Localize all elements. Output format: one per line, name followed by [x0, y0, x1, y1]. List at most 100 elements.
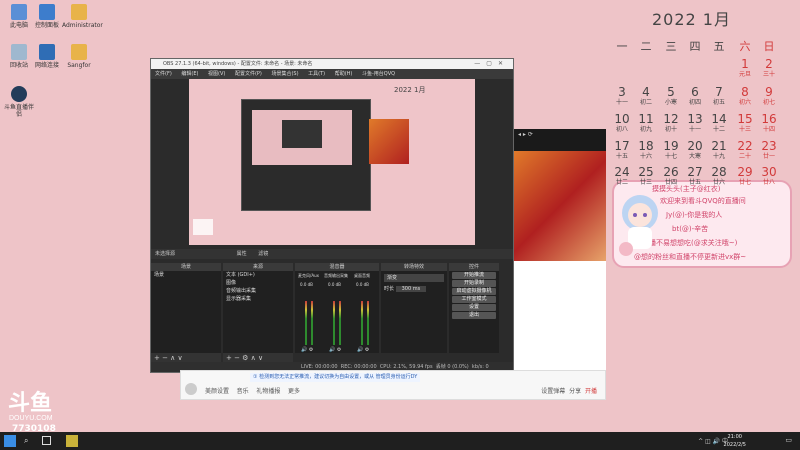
calendar-day[interactable]: 18 十六 — [634, 140, 658, 161]
desktop-icon[interactable]: 控制面板 — [30, 4, 64, 29]
obs-titlebar[interactable]: OBS 27.1.3 (64-bit, windows) - 配置文件: 未命名… — [151, 59, 513, 69]
start-recording-button[interactable]: 开始录制 — [452, 280, 496, 287]
douyu-app-icon — [11, 86, 27, 102]
obs-taskbar-icon[interactable] — [66, 435, 78, 447]
search-icon[interactable]: ⌕ — [24, 436, 28, 446]
danmaku-settings-button[interactable]: 设置弹幕 — [541, 388, 565, 395]
source-item[interactable]: 文本 (GDI+) — [223, 271, 293, 279]
calendar-lunar-label: 廿一 — [762, 153, 775, 160]
menu-item[interactable]: 文件(F) — [155, 71, 172, 77]
mute-icon[interactable]: 🔊 ⚙ — [301, 347, 313, 353]
settings-button[interactable]: 设置 — [452, 304, 496, 311]
desktop-icon[interactable]: 网络连接 — [30, 44, 64, 69]
desktop-icon[interactable]: 斗鱼直播伴侣 — [2, 86, 36, 118]
calendar-day[interactable]: 26 廿四 — [659, 165, 683, 187]
scenes-list[interactable]: 场景 — [151, 271, 221, 353]
studio-mode-button[interactable]: 工作室模式 — [452, 296, 496, 303]
douyu-logo: 斗鱼 DOUYU.COM — [8, 390, 53, 422]
calendar-lunar-label: 初五 — [712, 99, 725, 106]
exit-button[interactable]: 退出 — [452, 312, 496, 319]
avatar[interactable] — [185, 383, 197, 395]
scene-item[interactable]: 场景 — [151, 271, 221, 279]
beauty-button[interactable]: 美颜设置 — [205, 388, 229, 395]
calendar-lunar-label: 廿四 — [664, 179, 677, 186]
volume-slider[interactable] — [311, 301, 313, 345]
chat-line: Jy(@)-你是我的人 — [666, 211, 723, 219]
volume-meter — [361, 301, 363, 345]
go-live-button[interactable]: 开播 — [585, 388, 597, 395]
calendar-day[interactable]: 8 初六 — [733, 86, 757, 107]
calendar-day[interactable]: 11 初九 — [634, 113, 658, 134]
calendar-day[interactable]: 3 十一 — [610, 86, 634, 107]
more-button[interactable]: 更多 — [288, 388, 300, 395]
calendar-day[interactable]: 28 廿六 — [707, 166, 731, 187]
side-panel[interactable]: ◂ ▸ ⟳ — [514, 129, 606, 399]
calendar-day[interactable]: 12 初十 — [659, 113, 683, 134]
calendar-day[interactable]: 5 小寒 — [659, 86, 683, 107]
volume-slider[interactable] — [339, 301, 341, 345]
mute-icon[interactable]: 🔊 ⚙ — [329, 347, 341, 353]
calendar-day-number: 26 — [663, 165, 679, 179]
filters-button[interactable]: 滤镜 — [258, 251, 268, 257]
transitions-panel[interactable]: 渐变 时长 300 ms — [381, 271, 447, 353]
virtual-camera-button[interactable]: 启动虚拟摄像机 — [452, 288, 496, 295]
calendar-lunar-label: 大寒 — [688, 153, 701, 160]
calendar-day[interactable]: 24 廿二 — [610, 166, 634, 187]
menu-item[interactable]: 工具(T) — [308, 71, 325, 77]
calendar-day[interactable]: 22 二十 — [733, 140, 757, 161]
transition-select[interactable]: 渐变 — [384, 274, 444, 282]
music-button[interactable]: 音乐 — [237, 388, 249, 395]
calendar-day[interactable]: 7 初五 — [707, 86, 731, 107]
sources-list[interactable]: 文本 (GDI+) 图像 音频输出采集 显示器采集 — [223, 271, 293, 353]
calendar-day[interactable]: 27 廿五 — [683, 166, 707, 187]
calendar-day[interactable]: 29 廿七 — [733, 166, 757, 187]
duration-input[interactable]: 300 ms — [395, 286, 427, 292]
obs-preview[interactable]: 2022 1月 — [189, 79, 475, 245]
panel-toolbar[interactable]: ◂ ▸ ⟳ — [514, 129, 606, 141]
desktop-icon[interactable]: Sangfor — [62, 44, 96, 69]
calendar-day[interactable]: 6 初四 — [683, 86, 707, 107]
calendar-day[interactable]: 25 廿三 — [634, 166, 658, 187]
clock[interactable]: 21:00 2022/2/5 — [724, 433, 746, 449]
calendar-day[interactable]: 17 十五 — [610, 140, 634, 161]
calendar-day[interactable]: 14 十二 — [707, 113, 731, 134]
menu-item[interactable]: 视图(V) — [208, 71, 225, 77]
calendar-day[interactable]: 15 十三 — [733, 113, 757, 134]
windows-start-icon[interactable] — [4, 435, 16, 447]
warning-notice[interactable]: ① 检测到您无法正常推流，建议切换为自由设置，或从 管理员身份运行DY — [250, 373, 421, 382]
source-item[interactable]: 显示器采集 — [223, 295, 293, 303]
window-controls[interactable]: —▢✕ — [474, 59, 509, 69]
menu-item[interactable]: 斗鱼-用台QVQ — [362, 71, 395, 77]
calendar-day[interactable]: 9 初七 — [757, 86, 781, 107]
menu-item[interactable]: 帮助(H) — [335, 71, 353, 77]
calendar-day[interactable]: 21 十九 — [707, 140, 731, 161]
gift-button[interactable]: 礼物播报 — [256, 388, 280, 395]
calendar-day[interactable]: 1 元旦 — [733, 58, 757, 79]
calendar-day[interactable]: 4 初二 — [634, 86, 658, 107]
mute-icon[interactable]: 🔊 ⚙ — [357, 347, 369, 353]
menu-item[interactable]: 编辑(E) — [181, 71, 198, 77]
calendar-day[interactable]: 10 初八 — [610, 113, 634, 134]
obs-window[interactable]: OBS 27.1.3 (64-bit, windows) - 配置文件: 未命名… — [150, 58, 514, 373]
volume-slider[interactable] — [367, 301, 369, 345]
calendar-day[interactable]: 20 大寒 — [683, 140, 707, 161]
chat-line: 欢迎来到看斗QVQ的直播间 — [660, 197, 746, 205]
source-item[interactable]: 音频输出采集 — [223, 287, 293, 295]
audio-mixer[interactable]: 麦克风/Aux 音频输出采集 桌面音频 0.0 dB 0.0 dB 0.0 dB… — [295, 271, 379, 353]
menu-item[interactable]: 配置文件(P) — [235, 71, 262, 77]
notification-icon[interactable]: ▭ — [785, 436, 792, 444]
source-item[interactable]: 图像 — [223, 279, 293, 287]
calendar-day[interactable]: 13 十一 — [683, 113, 707, 134]
desktop-icon[interactable]: Administrator — [62, 4, 103, 29]
calendar-day[interactable]: 19 十七 — [659, 140, 683, 161]
menu-item[interactable]: 场景集合(S) — [271, 71, 298, 77]
calendar-day[interactable]: 16 十四 — [757, 113, 781, 134]
taskview-icon[interactable] — [42, 436, 51, 445]
share-button[interactable]: 分享 — [569, 388, 581, 395]
properties-button[interactable]: 属性 — [237, 251, 247, 257]
calendar-day[interactable]: 2 三十 — [757, 58, 781, 79]
start-streaming-button[interactable]: 开始推流 — [452, 272, 496, 279]
calendar-day[interactable]: 23 廿一 — [757, 140, 781, 161]
calendar-lunar-label: 十二 — [712, 126, 725, 133]
calendar-day[interactable]: 30 廿八 — [757, 166, 781, 187]
